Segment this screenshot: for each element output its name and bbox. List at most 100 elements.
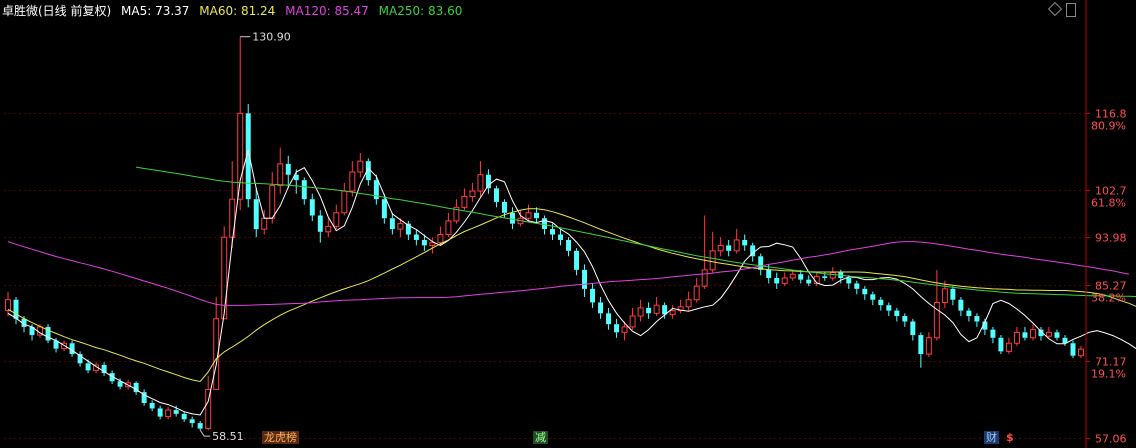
panel-toggle-icon[interactable]	[1066, 3, 1076, 17]
candle	[669, 305, 676, 319]
candle-body	[197, 423, 203, 429]
candle-body	[341, 190, 348, 214]
candle	[902, 313, 908, 327]
axis-pct-label: 38.2%	[1091, 292, 1126, 305]
candle	[918, 332, 924, 368]
candle	[733, 229, 740, 254]
candle	[5, 291, 11, 317]
axis-tick-label: 57.06	[1095, 433, 1127, 446]
candle	[509, 207, 515, 230]
candle-body	[798, 274, 804, 280]
candle-body	[653, 304, 660, 314]
candle	[870, 291, 876, 306]
high-price-label: 130.90	[252, 31, 290, 44]
ma60-value: MA60: 81.24	[199, 4, 276, 18]
candle-body	[349, 171, 356, 192]
event-tag-longhubang[interactable]: 龙虎榜	[262, 431, 299, 444]
candle	[653, 297, 660, 317]
candle	[229, 161, 236, 249]
low-price-label: 58.51	[212, 430, 244, 443]
candle-body	[829, 272, 836, 279]
candle-body	[701, 269, 708, 287]
candle-body	[974, 316, 980, 322]
candle	[606, 307, 612, 330]
candle	[933, 269, 940, 341]
candle	[373, 174, 379, 205]
ma5-value: MA5: 73.37	[121, 4, 190, 18]
candle-body	[261, 217, 268, 230]
candle-body	[806, 279, 812, 284]
candle-body	[525, 212, 532, 219]
candle	[1062, 335, 1068, 346]
candle	[477, 161, 484, 197]
event-tag-dividend[interactable]: $	[1004, 431, 1016, 444]
candle-body	[509, 212, 515, 224]
event-tag-finance[interactable]: 财	[984, 431, 999, 444]
candle-body	[726, 245, 732, 251]
event-tag-reduce[interactable]: 减	[533, 431, 548, 444]
stock-title: 卓胜微(日线 前复权)	[2, 4, 112, 18]
candle	[1022, 326, 1028, 341]
candle	[309, 193, 315, 221]
candle-body	[333, 212, 340, 227]
candle-body	[421, 239, 427, 246]
candle	[149, 400, 155, 412]
candle	[574, 248, 580, 276]
candle-body	[85, 363, 91, 371]
candle	[781, 272, 788, 287]
candle-body	[918, 335, 924, 355]
candle-body	[357, 160, 364, 173]
candle	[189, 416, 195, 428]
candle	[534, 207, 539, 224]
candle	[1070, 340, 1076, 358]
candle	[349, 161, 356, 197]
moving-average-lines	[7, 150, 1136, 416]
candle	[925, 332, 932, 357]
candle-body	[758, 256, 764, 270]
candle-body	[910, 321, 916, 336]
candle-body	[1078, 348, 1084, 357]
candle	[1045, 326, 1052, 338]
candle-body	[606, 313, 612, 325]
axis-pct-label: 61.8%	[1091, 197, 1126, 210]
candle-body	[766, 269, 772, 278]
candle	[637, 299, 644, 322]
candle	[717, 237, 724, 257]
candle	[806, 275, 812, 287]
candle	[445, 212, 452, 238]
candle-body	[846, 278, 852, 284]
candle	[141, 389, 147, 406]
candle-body	[389, 218, 395, 230]
candle-body	[789, 273, 796, 279]
candle-body	[742, 239, 748, 246]
candle-body	[149, 403, 155, 409]
candle	[1078, 345, 1084, 358]
candle	[998, 335, 1004, 355]
candle-body	[693, 285, 700, 301]
candle-body	[629, 315, 636, 328]
candle	[742, 234, 748, 251]
candle	[317, 210, 323, 243]
candle-body	[646, 307, 652, 314]
candle-body	[598, 302, 604, 314]
candle-body	[637, 307, 644, 317]
candle	[197, 420, 203, 431]
candle-body	[966, 310, 972, 317]
candle	[1013, 326, 1020, 346]
candle	[1029, 324, 1036, 341]
candle-body	[221, 236, 228, 320]
candle	[629, 307, 636, 330]
candle	[101, 362, 107, 376]
candle	[862, 286, 868, 300]
candle	[357, 153, 364, 178]
candle-body	[878, 299, 884, 306]
candle-body	[13, 299, 19, 319]
candle-body	[902, 316, 908, 322]
kline-chart[interactable]: 130.9058.51 116.8102.793.9885.2771.1757.…	[0, 0, 1136, 448]
candle-body	[709, 250, 716, 271]
ma-line-ma250	[136, 166, 1136, 297]
candle	[413, 229, 419, 246]
candle	[277, 147, 284, 194]
candle-body	[285, 163, 291, 175]
annotation-leader	[199, 429, 211, 437]
